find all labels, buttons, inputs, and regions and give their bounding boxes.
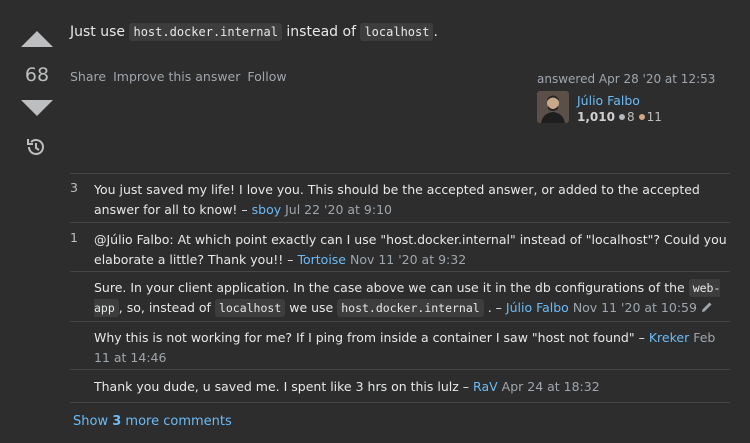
bronze-badge-icon (638, 114, 645, 120)
answer-author-link[interactable]: Júlio Falbo (577, 93, 640, 108)
post-actions: Share Improve this answer Follow (70, 69, 294, 84)
more-comments-count: 3 (112, 414, 122, 429)
comment-text: we use (289, 300, 334, 315)
comment-body: Sure. In your client application. In the… (94, 278, 730, 319)
silver-badge-count: 8 (626, 110, 635, 124)
answer-score: 68 (24, 64, 50, 86)
show-more-suffix: more comments (125, 414, 232, 429)
comment-text: Thank you dude, u saved me. I spent like… (94, 379, 459, 394)
answered-timestamp: answered Apr 28 '20 at 12:53 (537, 72, 716, 86)
divider (70, 369, 730, 370)
comment-item: Why this is not working for me? If I pin… (70, 328, 730, 368)
vote-up-icon[interactable] (21, 31, 53, 47)
comment-text: Why this is not working for me? If I pin… (94, 330, 635, 345)
inline-code: localhost (214, 299, 286, 317)
comment-text: . (487, 300, 492, 315)
comment-text: You just saved my life! I love you. This… (94, 182, 700, 217)
comment-user-link[interactable]: sboy (252, 202, 282, 217)
improve-answer-link[interactable]: Improve this answer (113, 69, 240, 84)
comment-body: Why this is not working for me? If I pin… (94, 330, 716, 365)
user-stats: 1,010 8 11 (577, 110, 662, 124)
follow-link[interactable]: Follow (247, 69, 286, 84)
comment-body: You just saved my life! I love you. This… (94, 182, 700, 217)
edit-pencil-icon[interactable] (701, 299, 713, 319)
answer-text-suffix: . (433, 24, 438, 40)
bronze-badge-count: 11 (646, 110, 662, 124)
comment-user-link[interactable]: Júlio Falbo (506, 300, 569, 315)
comment-text: , so, instead of (118, 300, 211, 315)
comment-body: @Júlio Falbo: At which point exactly can… (94, 232, 727, 267)
comment-date[interactable]: Nov 11 '20 at 10:59 (573, 300, 697, 315)
silver-badge-icon (618, 114, 625, 120)
inline-code: host.docker.internal (337, 299, 484, 317)
comment-body: Thank you dude, u saved me. I spent like… (94, 379, 600, 394)
divider (70, 271, 730, 272)
show-more-comments-link[interactable]: Show 3 more comments (73, 414, 232, 429)
comment-date[interactable]: Nov 11 '20 at 9:32 (350, 252, 466, 267)
show-more-prefix: Show (73, 414, 109, 429)
divider (70, 222, 730, 223)
comment-date[interactable]: Jul 22 '20 at 9:10 (285, 202, 392, 217)
inline-code: localhost (360, 23, 434, 41)
vote-down-icon[interactable] (21, 100, 53, 116)
comment-user-link[interactable]: RaV (473, 379, 498, 394)
comment-user-link[interactable]: Tortoise (297, 252, 346, 267)
history-icon[interactable] (25, 136, 47, 158)
answer-body: Just use host.docker.internal instead of… (70, 22, 438, 42)
inline-code: host.docker.internal (129, 23, 282, 41)
answer-text-middle: instead of (286, 24, 356, 40)
comment-score: 1 (70, 230, 78, 245)
avatar[interactable] (537, 91, 569, 123)
comment-text: Sure. In your client application. In the… (94, 280, 685, 295)
comment-item: Sure. In your client application. In the… (70, 278, 730, 320)
share-link[interactable]: Share (70, 69, 106, 84)
divider (70, 173, 730, 174)
comment-user-link[interactable]: Kreker (649, 330, 689, 345)
divider (70, 402, 730, 403)
comment-score: 3 (70, 180, 78, 195)
comment-item: 1 @Júlio Falbo: At which point exactly c… (70, 230, 730, 270)
reputation-score: 1,010 (577, 110, 615, 124)
answer-text-prefix: Just use (70, 24, 126, 40)
comment-item: Thank you dude, u saved me. I spent like… (70, 377, 730, 397)
comment-date[interactable]: Apr 24 at 18:32 (502, 379, 600, 394)
divider (70, 321, 730, 322)
comment-item: 3 You just saved my life! I love you. Th… (70, 180, 730, 224)
